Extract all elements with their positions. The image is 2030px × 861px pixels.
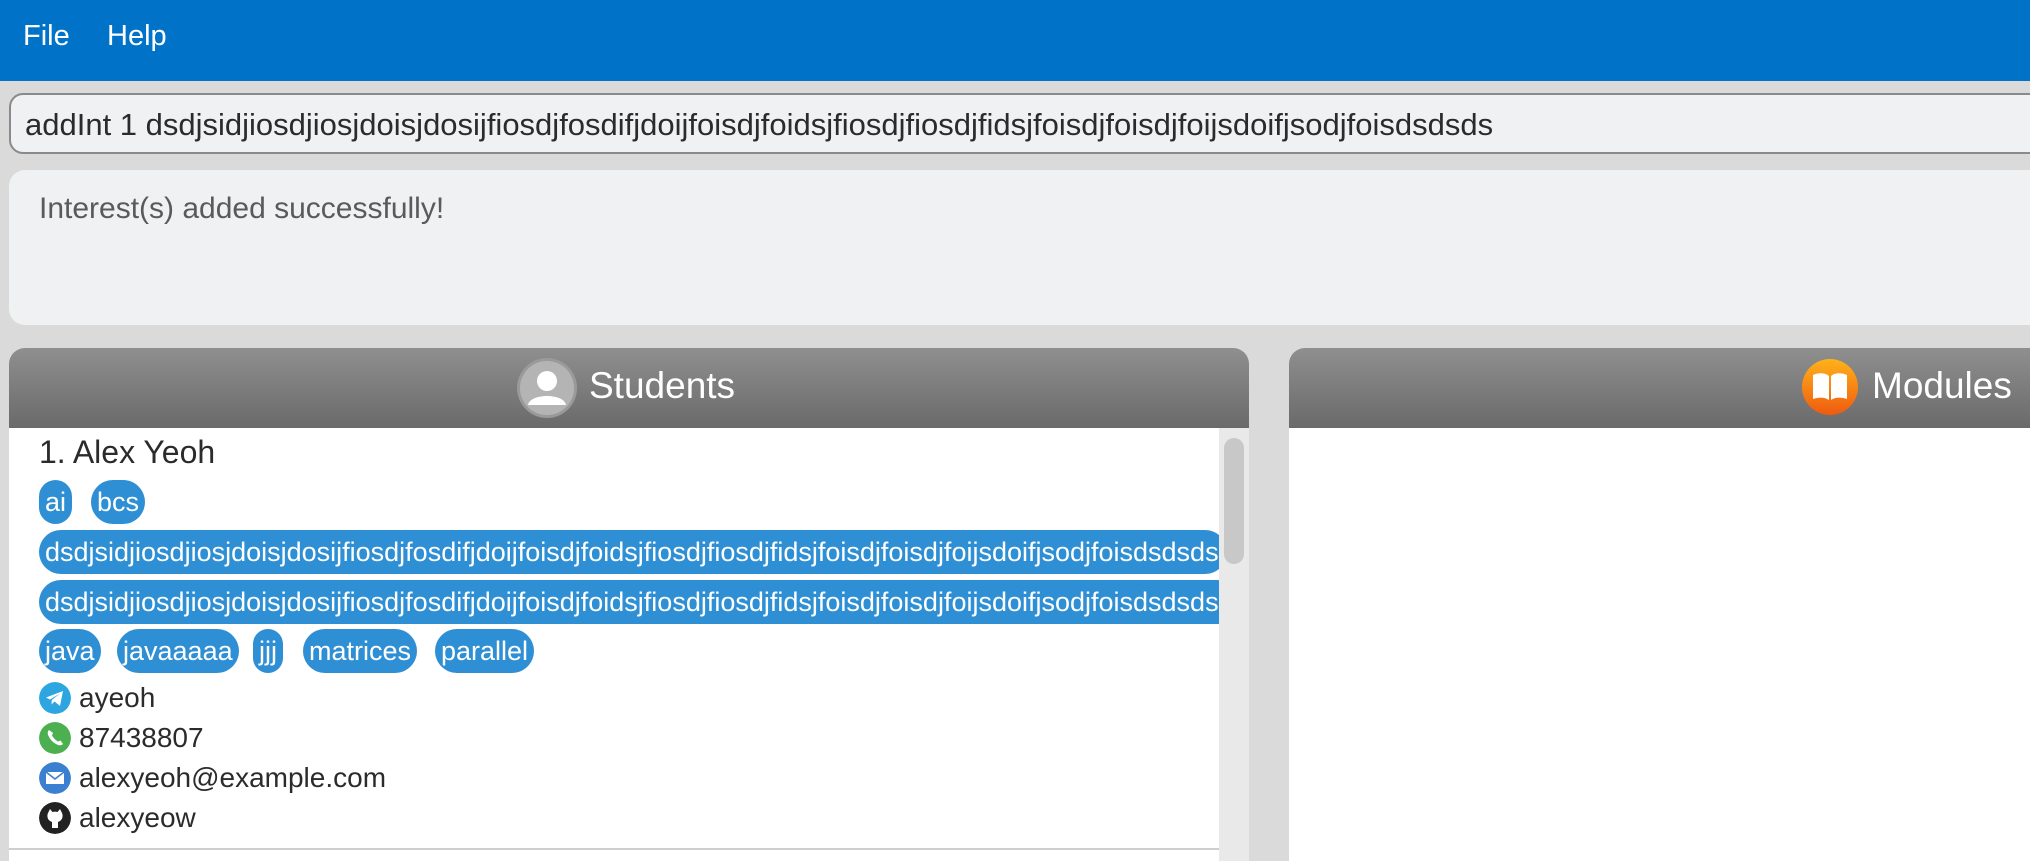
github-icon xyxy=(39,802,71,834)
menu-bar: File Help xyxy=(0,0,2030,81)
command-input[interactable]: addInt 1 dsdjsidjiosdjiosjdoisjdosijfios… xyxy=(9,93,2030,154)
tag-chip: ai xyxy=(39,480,73,524)
card-divider xyxy=(9,848,1219,850)
tag-chip: parallel xyxy=(435,629,535,673)
command-input-text[interactable]: addInt 1 dsdjsidjiosdjiosjdoisjdosijfios… xyxy=(25,107,1493,143)
modules-list[interactable] xyxy=(1289,428,2030,861)
tag-chip: dsdjsidjiosdjiosjdoisjdosijfiosdjfosdifj… xyxy=(39,580,1219,624)
result-message: Interest(s) added successfully! xyxy=(39,192,445,225)
students-panel-header: Students xyxy=(9,348,1249,428)
telegram-icon xyxy=(39,682,71,714)
github-username: alexyeow xyxy=(79,802,196,833)
email-icon xyxy=(39,762,71,794)
telegram-handle: ayeoh xyxy=(79,682,156,713)
menu-file[interactable]: File xyxy=(23,20,70,53)
tag-chip: jjj xyxy=(253,629,283,673)
tag-chip: bcs xyxy=(91,480,146,524)
tag-chip: java xyxy=(39,629,101,673)
modules-panel-header: Modules xyxy=(1289,348,2030,428)
tag-chip: dsdjsidjiosdjiosjdoisjdosijfiosdjfosdifj… xyxy=(39,530,1219,574)
book-icon xyxy=(1802,359,1858,415)
students-panel-title: Students xyxy=(589,365,736,406)
phone-number: 87438807 xyxy=(79,722,204,753)
phone-icon xyxy=(39,722,71,754)
email-address: alexyeoh@example.com xyxy=(79,762,387,793)
students-scrollbar-thumb[interactable] xyxy=(1224,438,1244,564)
students-list[interactable]: 1. Alex Yeoh ai bcs dsdjsidjiosdjiosjdoi… xyxy=(9,428,1219,861)
student-name: 1. Alex Yeoh xyxy=(39,434,216,470)
result-display: Interest(s) added successfully! xyxy=(9,170,2030,325)
tag-chip: javaaaaa xyxy=(117,629,239,673)
menu-help[interactable]: Help xyxy=(107,20,167,53)
person-icon xyxy=(517,358,577,418)
tag-chip: matrices xyxy=(303,629,418,673)
modules-panel-title: Modules xyxy=(1872,365,2012,406)
